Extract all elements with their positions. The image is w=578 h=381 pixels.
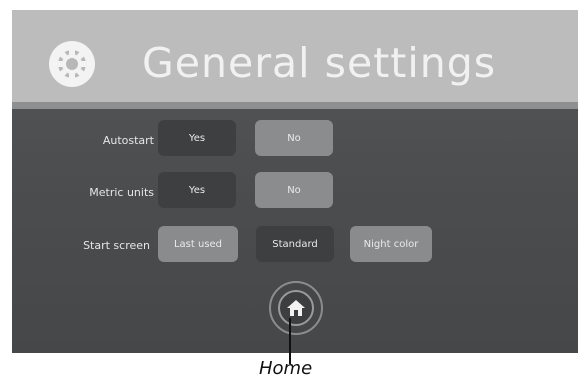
autostart-no-button[interactable]: No <box>255 120 333 156</box>
page-title: General settings <box>142 39 497 87</box>
start-screen-last-used-button[interactable]: Last used <box>158 226 238 262</box>
home-icon <box>287 300 305 316</box>
header-bar: General settings <box>12 10 578 102</box>
autostart-yes-button[interactable]: Yes <box>158 120 236 156</box>
metric-units-yes-button[interactable]: Yes <box>158 172 236 208</box>
start-screen-label: Start screen <box>83 239 150 252</box>
home-button-inner <box>278 290 314 326</box>
header-divider <box>12 102 578 109</box>
start-screen-night-color-button[interactable]: Night color <box>350 226 432 262</box>
metric-units-no-button[interactable]: No <box>255 172 333 208</box>
autostart-label: Autostart <box>102 134 154 147</box>
metric-units-label: Metric units <box>89 186 154 199</box>
home-callout-label: Home <box>259 358 313 379</box>
home-button[interactable] <box>269 281 323 335</box>
settings-screen: General settings Autostart Yes No Metric… <box>12 10 578 353</box>
gear-icon <box>49 41 95 87</box>
start-screen-standard-button[interactable]: Standard <box>256 226 334 262</box>
